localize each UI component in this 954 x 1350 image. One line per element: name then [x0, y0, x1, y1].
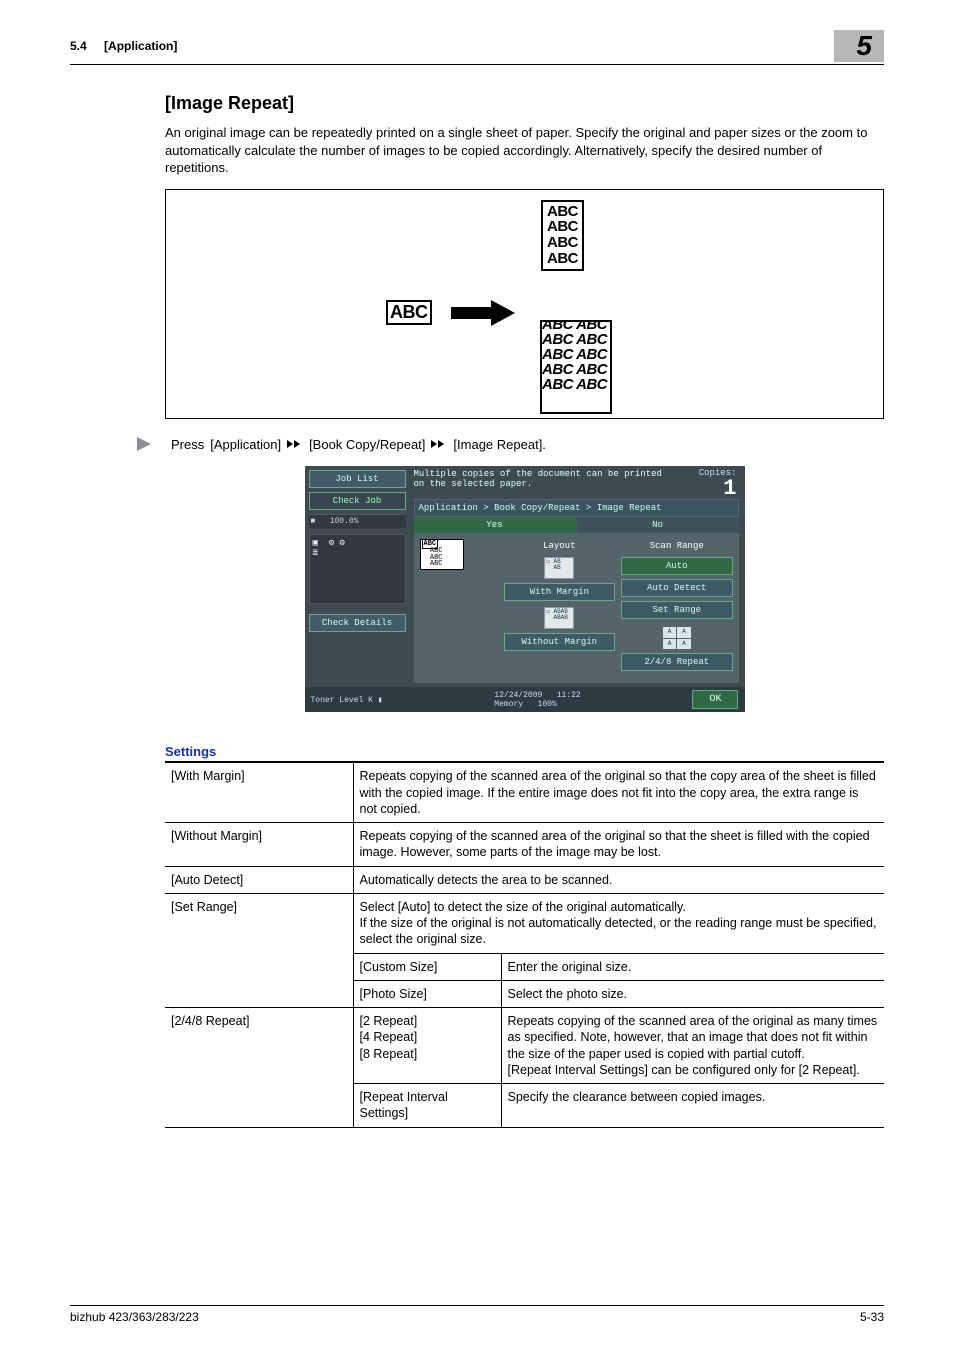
without-margin-button[interactable]: Without Margin — [504, 633, 615, 651]
sample-line: ABC — [430, 560, 443, 568]
setting-label: [Auto Detect] — [165, 866, 353, 893]
layout-heading: Layout — [504, 541, 615, 551]
breadcrumb: Application > Book Copy/Repeat > Image R… — [414, 499, 739, 517]
setting-desc: Enter the original size. — [501, 953, 884, 980]
footer-mem-label: Memory — [494, 700, 523, 709]
footer-model: bizhub 423/363/283/223 — [70, 1310, 199, 1324]
footer-time: 11:22 — [557, 691, 581, 700]
auto-button[interactable]: Auto — [621, 557, 732, 575]
illus-line: ABC ABC — [542, 347, 607, 362]
toner-key: K — [368, 696, 373, 705]
setting-label: [Set Range] — [165, 893, 353, 1007]
illustration: ABC ABC ABC ABC ABC ABC ABC ABC ABC ABC … — [165, 189, 884, 419]
double-chevron-icon — [287, 440, 303, 448]
table-row: [With Margin] Repeats copying of the sca… — [165, 763, 884, 823]
screen-footer: Toner Level K ▮ 12/24/2009 11:22 Memory … — [305, 687, 745, 712]
setting-sublabel: [2 Repeat] [4 Repeat] [8 Repeat] — [353, 1008, 501, 1084]
setting-desc: Select the photo size. — [501, 980, 884, 1007]
setting-sublabel: [Custom Size] — [353, 953, 501, 980]
footer-page: 5-33 — [860, 1310, 884, 1324]
setting-sublabel: [Photo Size] — [353, 980, 501, 1007]
illus-line: ABC ABC — [542, 320, 607, 332]
nav-text: [Image Repeat]. — [453, 437, 546, 452]
setting-desc: Automatically detects the area to be sca… — [353, 866, 884, 893]
page-title: [Image Repeat] — [165, 93, 884, 114]
setting-label: [With Margin] — [165, 763, 353, 823]
illus-output-2: ABC ABC ABC ABC ABC ABC ABC ABC ABC ABC — [540, 320, 612, 414]
scan-range-heading: Scan Range — [621, 541, 732, 551]
repeat-grid-icon: AA AA — [663, 627, 691, 649]
auto-detect-button[interactable]: Auto Detect — [621, 579, 732, 597]
navigation-instruction: Press [Application] [Book Copy/Repeat] [… — [137, 437, 884, 452]
settings-table: Settings [With Margin] Repeats copying o… — [165, 742, 884, 1127]
copies-counter: Copies: 1 — [699, 468, 737, 500]
setting-label: [2/4/8 Repeat] — [165, 1008, 353, 1128]
nav-text: Press — [171, 437, 204, 452]
device-screenshot: Job List Check Job ■ 100.0% ▣ ⚙ ⚙≣ Check… — [305, 466, 745, 713]
arrow-right-icon — [137, 437, 155, 451]
with-margin-button[interactable]: With Margin — [504, 583, 615, 601]
check-job-button[interactable]: Check Job — [309, 492, 406, 510]
double-chevron-icon — [431, 440, 447, 448]
illus-line: ABC — [547, 204, 578, 220]
setting-desc: Specify the clearance between copied ima… — [501, 1084, 884, 1128]
ok-button[interactable]: OK — [692, 690, 738, 709]
illus-line: ABC — [547, 219, 578, 235]
nav-text: [Book Copy/Repeat] — [309, 437, 425, 452]
ratio-value: 100.0% — [330, 517, 359, 526]
setting-desc: Repeats copying of the scanned area of t… — [353, 823, 884, 867]
setting-desc: Select [Auto] to detect the size of the … — [353, 893, 884, 953]
illus-line: ABC ABC — [542, 377, 607, 392]
set-range-button[interactable]: Set Range — [621, 601, 732, 619]
setting-label: [Without Margin] — [165, 823, 353, 867]
header-left: 5.4 [Application] — [70, 39, 177, 53]
illus-line: ABC ABC — [542, 362, 607, 377]
page-footer: bizhub 423/363/283/223 5-33 — [70, 1305, 884, 1324]
page-header: 5.4 [Application] 5 — [70, 30, 884, 65]
section-title: [Application] — [104, 39, 177, 53]
chapter-badge: 5 — [834, 30, 884, 62]
section-number: 5.4 — [70, 39, 87, 53]
setting-sublabel: [Repeat Interval Settings] — [353, 1084, 501, 1128]
intro-paragraph: An original image can be repeatedly prin… — [165, 124, 884, 177]
setting-desc: Repeats copying of the scanned area of t… — [501, 1008, 884, 1084]
tab-yes[interactable]: Yes — [414, 517, 576, 533]
toner-label: Toner Level — [311, 696, 364, 705]
footer-mem-value: 100% — [538, 700, 557, 709]
preview-panel: ▣ ⚙ ⚙≣ — [309, 534, 406, 604]
sample-box: ABC ABC ABC ABC — [420, 539, 464, 570]
illus-source: ABC — [386, 300, 432, 325]
table-row: [Without Margin] Repeats copying of the … — [165, 823, 884, 867]
job-list-button[interactable]: Job List — [309, 470, 406, 488]
tab-no[interactable]: No — [576, 517, 739, 533]
screen-title-line: Multiple copies of the document can be p… — [414, 469, 662, 479]
footer-date: 12/24/2009 — [494, 691, 542, 700]
check-details-button[interactable]: Check Details — [309, 614, 406, 632]
table-row: [2/4/8 Repeat] [2 Repeat] [4 Repeat] [8 … — [165, 1008, 884, 1084]
settings-heading: Settings — [165, 742, 884, 762]
illus-line: ABC ABC — [542, 332, 607, 347]
setting-desc: Repeats copying of the scanned area of t… — [353, 763, 884, 823]
illus-line: ABC — [547, 235, 578, 251]
nav-text: [Application] — [210, 437, 281, 452]
table-row: [Auto Detect] Automatically detects the … — [165, 866, 884, 893]
table-row: [Set Range] Select [Auto] to detect the … — [165, 893, 884, 953]
layout-icon: ▭ AB AB — [544, 557, 574, 579]
arrow-icon — [451, 298, 521, 326]
repeat-248-button[interactable]: 2/4/8 Repeat — [621, 653, 732, 671]
layout-icon: ▭ ABAB ABAB — [544, 607, 574, 629]
copies-value: 1 — [699, 478, 737, 500]
yes-no-tabs: Yes No — [414, 517, 739, 533]
illus-output-1: ABC ABC ABC ABC — [541, 200, 584, 271]
screen-title: Multiple copies of the document can be p… — [414, 470, 739, 490]
illus-line: ABC — [547, 251, 578, 267]
zoom-ratio: ■ 100.0% — [309, 514, 406, 528]
screen-title-line: on the selected paper. — [414, 479, 533, 489]
